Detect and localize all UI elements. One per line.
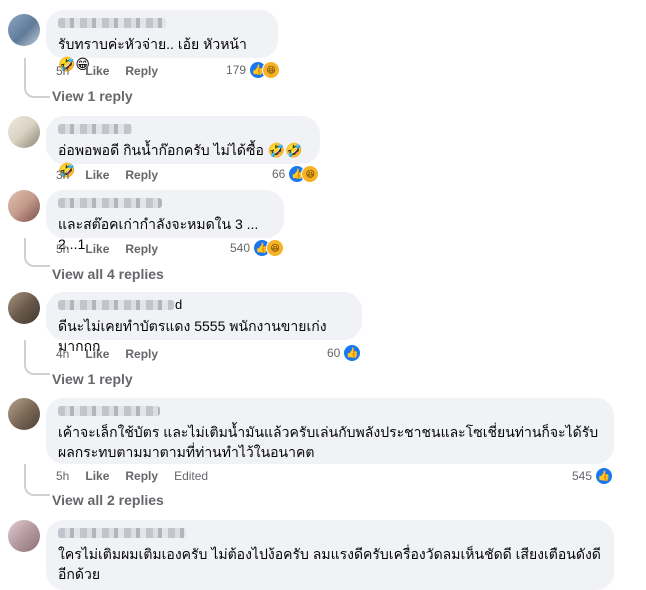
reaction-summary[interactable]: 66 👍 😆 <box>272 165 320 183</box>
reaction-count: 179 <box>226 63 247 77</box>
comment-time[interactable]: 5h <box>56 64 69 78</box>
reaction-count: 60 <box>327 346 341 360</box>
avatar[interactable] <box>8 398 40 430</box>
comment-actions: 4h Like Reply <box>56 347 174 361</box>
like-button[interactable]: Like <box>85 168 109 182</box>
comment-time[interactable]: 5h <box>56 469 69 483</box>
reply-button[interactable]: Reply <box>125 469 158 483</box>
comment-time[interactable]: 3h <box>56 168 69 182</box>
comment: เค้าจะเล็กใช้บัตร และไม่เติมน้ำมันแล้วคร… <box>0 392 646 516</box>
reaction-summary[interactable]: 545 👍 <box>572 467 614 485</box>
avatar[interactable] <box>8 292 40 324</box>
commenter-name[interactable] <box>58 18 166 28</box>
commenter-name-tail: d <box>175 297 183 312</box>
comment: รับทราบค่ะหัวจ่าย.. เอ้ย หัวหน้า 🤣😁 5h L… <box>0 0 646 110</box>
comment-text: ใครไม่เติมผมเติมเองครับ ไม่ต้องไปง้อครับ… <box>58 546 601 582</box>
comment-actions: 5h Like Reply <box>56 242 174 256</box>
avatar[interactable] <box>8 116 40 148</box>
avatar[interactable] <box>8 520 40 552</box>
edited-label: Edited <box>174 469 209 483</box>
comment-bubble: อ่อพอพอดี กินน้ำก๊อกครับ ไม่ได้ซื้อ 🤣🤣🤣 <box>46 116 320 178</box>
view-replies-link[interactable]: View all 2 replies <box>52 492 164 508</box>
commenter-name[interactable] <box>58 300 174 310</box>
like-button[interactable]: Like <box>85 347 109 361</box>
view-replies-link[interactable]: View 1 reply <box>52 88 133 104</box>
reaction-count: 545 <box>572 469 593 483</box>
comment-bubble: ใครไม่เติมผมเติมเองครับ ไม่ต้องไปง้อครับ… <box>46 520 614 590</box>
comment-bubble: เค้าจะเล็กใช้บัตร และไม่เติมน้ำมันแล้วคร… <box>46 398 614 464</box>
reaction-count: 66 <box>272 167 286 181</box>
comment-actions: 5h Like Reply Edited <box>56 469 224 483</box>
like-reaction-icon: 👍 <box>343 344 362 362</box>
reply-button[interactable]: Reply <box>125 64 158 78</box>
comment: d ดีนะไม่เคยทำบัตรแดง 5555 พนักงานขายเก่… <box>0 288 646 388</box>
comment: อ่อพอพอดี กินน้ำก๊อกครับ ไม่ได้ซื้อ 🤣🤣🤣 … <box>0 110 646 190</box>
comment-actions: 3h Like Reply <box>56 168 174 182</box>
thread-connector <box>24 340 50 375</box>
thread-connector <box>24 238 50 267</box>
comment-text: เค้าจะเล็กใช้บัตร และไม่เติมน้ำมันแล้วคร… <box>58 424 599 460</box>
commenter-name[interactable] <box>58 528 186 538</box>
reaction-summary[interactable]: 60 👍 <box>327 344 362 362</box>
reaction-summary[interactable]: 540 👍 😆 <box>230 239 285 257</box>
commenter-name[interactable] <box>58 198 162 208</box>
reply-button[interactable]: Reply <box>125 242 158 256</box>
haha-reaction-icon: 😆 <box>262 61 281 79</box>
comment-bubble: d ดีนะไม่เคยทำบัตรแดง 5555 พนักงานขายเก่… <box>46 292 362 354</box>
comment-time[interactable]: 4h <box>56 347 69 361</box>
comment-bubble: รับทราบค่ะหัวจ่าย.. เอ้ย หัวหน้า 🤣😁 <box>46 10 278 72</box>
haha-reaction-icon: 😆 <box>301 165 320 183</box>
view-replies-link[interactable]: View 1 reply <box>52 371 133 387</box>
thread-connector <box>24 464 50 496</box>
comment: และสต๊อคเก่ากำลังจะหมดใน 3 ... 2...1 5h … <box>0 184 646 284</box>
avatar[interactable] <box>8 14 40 46</box>
like-reaction-icon: 👍 <box>595 467 614 485</box>
commenter-name[interactable] <box>58 124 132 134</box>
reply-button[interactable]: Reply <box>125 347 158 361</box>
haha-reaction-icon: 😆 <box>266 239 285 257</box>
like-button[interactable]: Like <box>85 469 109 483</box>
commenter-name-row: d <box>58 297 350 316</box>
reply-button[interactable]: Reply <box>125 168 158 182</box>
comment: ใครไม่เติมผมเติมเองครับ ไม่ต้องไปง้อครับ… <box>0 516 646 590</box>
comment-time[interactable]: 5h <box>56 242 69 256</box>
view-replies-link[interactable]: View all 4 replies <box>52 266 164 282</box>
comment-bubble: และสต๊อคเก่ากำลังจะหมดใน 3 ... 2...1 <box>46 190 284 252</box>
like-button[interactable]: Like <box>85 64 109 78</box>
commenter-name[interactable] <box>58 406 160 416</box>
like-button[interactable]: Like <box>85 242 109 256</box>
comment-actions: 5h Like Reply <box>56 64 174 78</box>
reaction-count: 540 <box>230 241 251 255</box>
thread-connector <box>24 58 50 98</box>
avatar[interactable] <box>8 190 40 222</box>
reaction-summary[interactable]: 179 👍 😆 <box>226 61 281 79</box>
